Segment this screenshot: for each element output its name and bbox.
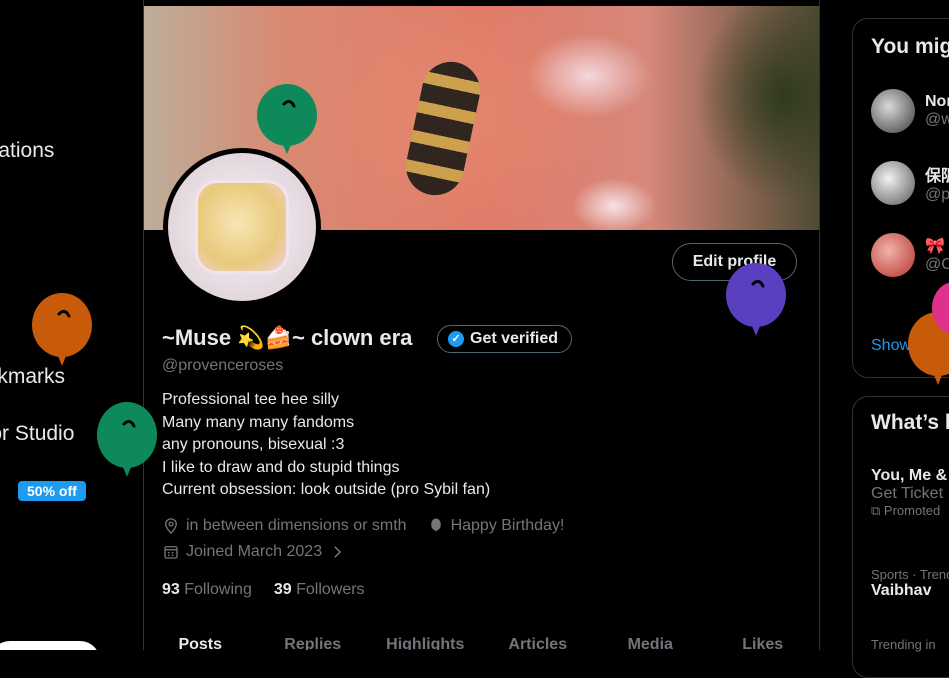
profile-joined-row: Joined March 2023: [162, 543, 346, 561]
profile-name: ~Muse 💫🍰~ clown era: [162, 325, 413, 350]
tab-likes[interactable]: Likes: [707, 636, 820, 650]
green-balloon-decoration: [97, 402, 157, 477]
trend-title: Vaibhav: [871, 582, 932, 599]
chevron-right-icon[interactable]: [328, 543, 346, 561]
get-verified-button[interactable]: ✓ Get verified: [437, 325, 573, 353]
avatar-heart-frame: [195, 180, 289, 274]
tab-replies[interactable]: Replies: [257, 636, 370, 650]
pink-balloon-decoration: [932, 282, 949, 334]
get-verified-label: Get verified: [470, 330, 559, 347]
following-link[interactable]: 93 Following: [162, 581, 252, 599]
suggestion-name: 保阪: [925, 168, 949, 185]
profile-joined: Joined March 2023: [186, 543, 323, 560]
green-balloon-decoration: [257, 84, 317, 154]
avatar: [871, 233, 915, 277]
promoted-icon: ⧉: [871, 503, 884, 518]
promoted-label: ⧉ Promoted: [871, 503, 947, 519]
trend-meta: Sports · Trending: [871, 567, 949, 582]
suggestion-handle: @p: [925, 186, 949, 203]
profile-bio: Professional tee hee silly Many many man…: [162, 389, 490, 502]
tab-media[interactable]: Media: [594, 636, 707, 650]
followers-link[interactable]: 39 Followers: [274, 581, 365, 599]
suggestion-item[interactable]: Nor@w: [871, 89, 949, 133]
bio-line: Current obsession: look outside (pro Syb…: [162, 481, 491, 499]
following-count: 93: [162, 581, 180, 598]
nav-item-notifications[interactable]: Notifications: [0, 139, 54, 163]
calendar-icon: [164, 546, 178, 559]
location-pin-icon: [165, 518, 177, 535]
tab-posts[interactable]: Posts: [144, 636, 257, 650]
avatar[interactable]: [163, 148, 321, 306]
bio-line: any pronouns, bisexual :3: [162, 436, 345, 454]
avatar: [871, 161, 915, 205]
orange-balloon-decoration: [32, 293, 92, 366]
nav-item-creator-studio[interactable]: Creator Studio: [0, 422, 74, 446]
suggestion-handle: @w: [925, 111, 949, 128]
bio-line: I like to draw and do stupid things: [162, 458, 400, 476]
suggestion-name: 🎀: [925, 238, 945, 255]
trend-item[interactable]: You, Me & Get Ticket ⧉ Promoted: [871, 467, 947, 519]
balloon-icon: [430, 518, 441, 532]
suggestion-item[interactable]: 保阪@p: [871, 161, 949, 205]
profile-handle: @provenceroses: [162, 357, 284, 374]
promoted-text: Promoted: [883, 503, 941, 518]
tab-highlights[interactable]: Highlights: [369, 636, 482, 650]
bio-line: Many many many fandoms: [162, 413, 355, 431]
bio-line: Professional tee hee silly: [162, 391, 339, 408]
profile-location: in between dimensions or smth: [186, 517, 407, 534]
trend-title: You, Me &: [871, 467, 948, 484]
followers-count: 39: [273, 581, 292, 598]
whats-happening-card: What’s happening You, Me & Get Ticket ⧉ …: [852, 396, 949, 678]
profile-birthday: Happy Birthday!: [450, 517, 565, 534]
suggestion-name: Nor: [925, 93, 949, 110]
following-label: Following: [184, 581, 252, 598]
followers-label: Followers: [296, 581, 365, 598]
banner-bee-figure: [400, 56, 486, 201]
whats-happening-title: What’s happening: [871, 411, 949, 434]
avatar: [871, 89, 915, 133]
suggestion-item[interactable]: 🎀@C: [871, 233, 949, 277]
profile-tabs: Posts Replies Highlights Articles Media …: [144, 636, 819, 650]
trend-subtitle: Get Ticket: [871, 485, 944, 502]
suggestion-handle: @C: [925, 256, 949, 273]
discount-badge: 50% off: [18, 481, 86, 501]
who-to-follow-title: You might like: [871, 35, 949, 58]
avatar-image: [168, 153, 316, 301]
trend-item[interactable]: Sports · Trending Vaibhav: [871, 567, 949, 600]
tab-articles[interactable]: Articles: [482, 636, 595, 650]
follow-stats: 93 Following 39 Followers: [162, 581, 365, 599]
post-button[interactable]: [0, 641, 100, 650]
profile-column: Edit profile ~Muse 💫🍰~ clown era ✓ Get v…: [143, 0, 820, 650]
profile-meta-row: in between dimensions or smth Happy Birt…: [162, 517, 564, 535]
purple-balloon-decoration: [726, 263, 786, 336]
verified-check-icon: ✓: [448, 331, 464, 347]
